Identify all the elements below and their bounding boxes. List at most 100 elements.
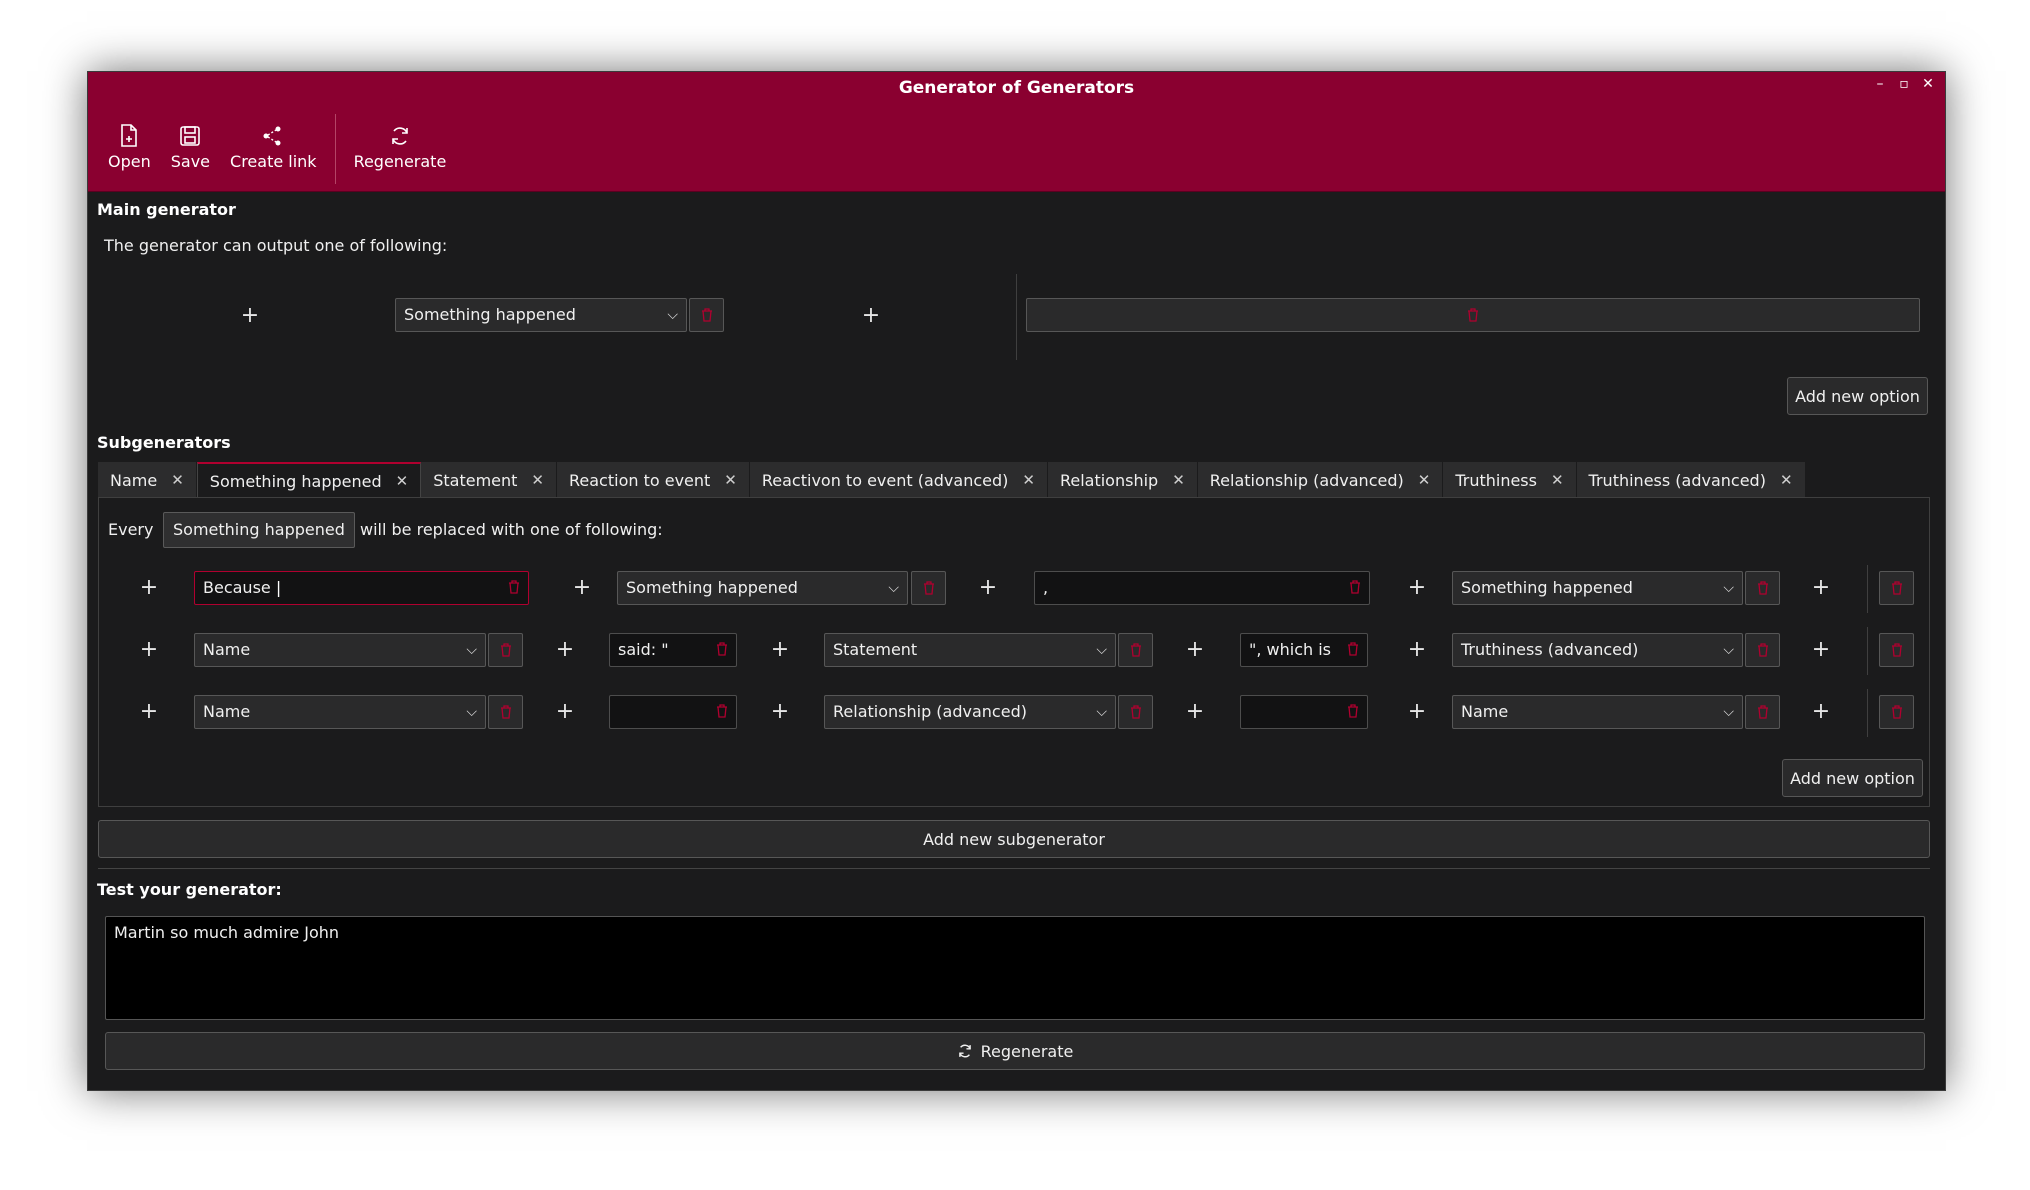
text-part-field[interactable]: , (1034, 571, 1370, 605)
close-tab-icon[interactable]: ✕ (1418, 471, 1431, 489)
tab-relationship-advanced[interactable]: Relationship (advanced) ✕ (1197, 462, 1444, 498)
close-tab-icon[interactable]: ✕ (171, 471, 184, 489)
insert-plus-button[interactable]: + (554, 701, 576, 723)
insert-plus-button[interactable]: + (554, 639, 576, 661)
delete-part-button[interactable] (1745, 571, 1780, 605)
replaced-label: will be replaced with one of following: (360, 520, 663, 539)
insert-plus-button[interactable]: + (138, 639, 160, 661)
add-new-option-button[interactable]: Add new option (1782, 759, 1923, 797)
trash-icon (1757, 581, 1768, 595)
add-new-option-button[interactable]: Add new option (1787, 377, 1928, 415)
subgenerator-combo[interactable]: Statement ⌵ (824, 633, 1116, 667)
text-part-field[interactable]: Because | (194, 571, 529, 605)
subgenerator-combo[interactable]: Name ⌵ (1452, 695, 1743, 729)
generator-output-textarea[interactable]: Martin so much admire John (105, 916, 1925, 1020)
trash-icon (1130, 643, 1141, 657)
tab-name[interactable]: Name ✕ (98, 462, 197, 498)
close-icon[interactable]: ✕ (1921, 76, 1935, 92)
subgenerator-combo[interactable]: Something happened ⌵ (617, 571, 908, 605)
delete-option-button[interactable] (1026, 298, 1920, 332)
insert-plus-button[interactable]: + (769, 639, 791, 661)
open-file-icon (119, 122, 139, 150)
insert-plus-button[interactable]: + (138, 701, 160, 723)
close-tab-icon[interactable]: ✕ (531, 471, 544, 489)
save-button[interactable]: Save (161, 122, 220, 171)
regenerate-button-label: Regenerate (980, 1041, 1074, 1061)
create-link-button[interactable]: Create link (220, 122, 327, 171)
generator-output-text: Martin so much admire John (114, 923, 340, 942)
regenerate-toolbar-button[interactable]: Regenerate (344, 122, 457, 171)
insert-plus-button[interactable]: + (1406, 701, 1428, 723)
open-button[interactable]: Open (98, 122, 161, 171)
main-generator-description: The generator can output one of followin… (104, 236, 448, 255)
tab-label: Truthiness (advanced) (1588, 470, 1766, 490)
insert-plus-button[interactable]: + (1184, 639, 1206, 661)
insert-plus-button[interactable]: + (977, 577, 999, 599)
insert-plus-button[interactable]: + (1406, 639, 1428, 661)
insert-plus-button[interactable]: + (1184, 701, 1206, 723)
delete-option-button[interactable] (1879, 695, 1914, 729)
insert-plus-button[interactable]: + (860, 305, 882, 327)
trash-icon (717, 642, 727, 656)
delete-part-button[interactable] (1118, 695, 1153, 729)
subgenerator-combo[interactable]: Truthiness (advanced) ⌵ (1452, 633, 1743, 667)
minimize-icon[interactable]: – (1873, 76, 1887, 92)
delete-part-button[interactable] (911, 571, 946, 605)
tab-reaction-to-event[interactable]: Reaction to event ✕ (557, 462, 750, 498)
delete-part-button[interactable] (488, 695, 523, 729)
delete-option-button[interactable] (1879, 633, 1914, 667)
trash-icon (1891, 705, 1902, 719)
insert-plus-button[interactable]: + (769, 701, 791, 723)
refresh-icon (389, 122, 411, 150)
delete-part-button[interactable] (1118, 633, 1153, 667)
insert-plus-button[interactable]: + (239, 305, 261, 327)
delete-part-button[interactable] (1745, 633, 1780, 667)
tab-statement[interactable]: Statement ✕ (421, 462, 557, 498)
delete-part-button[interactable] (488, 633, 523, 667)
add-new-subgenerator-button[interactable]: Add new subgenerator (98, 820, 1930, 858)
close-tab-icon[interactable]: ✕ (1780, 471, 1793, 489)
subgenerator-combo[interactable]: Name ⌵ (194, 633, 486, 667)
insert-plus-button[interactable]: + (1810, 577, 1832, 599)
insert-plus-button[interactable]: + (138, 577, 160, 599)
chevron-down-icon: ⌵ (1723, 642, 1734, 658)
trash-icon (1348, 704, 1358, 718)
subgenerator-combo[interactable]: Relationship (advanced) ⌵ (824, 695, 1116, 729)
tab-truthiness-advanced[interactable]: Truthiness (advanced) ✕ (1576, 462, 1806, 498)
delete-part-button[interactable] (689, 298, 724, 332)
delete-part-button[interactable] (1745, 695, 1780, 729)
trash-icon (500, 643, 511, 657)
open-label: Open (108, 152, 151, 171)
insert-plus-button[interactable]: + (571, 577, 593, 599)
close-tab-icon[interactable]: ✕ (724, 471, 737, 489)
insert-plus-button[interactable]: + (1406, 577, 1428, 599)
tab-label: Truthiness (1455, 470, 1537, 490)
text-part-field[interactable]: said: " (609, 633, 737, 667)
tab-truthiness[interactable]: Truthiness ✕ (1443, 462, 1577, 498)
chevron-down-icon: ⌵ (888, 580, 899, 596)
trash-icon (500, 705, 511, 719)
trash-icon (701, 308, 712, 322)
chevron-down-icon: ⌵ (1096, 642, 1107, 658)
tab-reaction-advanced[interactable]: Reactivon to event (advanced) ✕ (749, 462, 1048, 498)
subgenerator-name-chip[interactable]: Something happened (163, 512, 355, 548)
tab-relationship[interactable]: Relationship ✕ (1047, 462, 1198, 498)
insert-plus-button[interactable]: + (1810, 639, 1832, 661)
subgenerators-title: Subgenerators (97, 433, 231, 452)
subgenerator-combo[interactable]: Something happened ⌵ (1452, 571, 1743, 605)
option-separator (1867, 689, 1868, 737)
close-tab-icon[interactable]: ✕ (1551, 471, 1564, 489)
delete-option-button[interactable] (1879, 571, 1914, 605)
text-part-field[interactable]: ", which is (1240, 633, 1368, 667)
close-tab-icon[interactable]: ✕ (1172, 471, 1185, 489)
subgenerator-combo[interactable]: Name ⌵ (194, 695, 486, 729)
close-tab-icon[interactable]: ✕ (396, 472, 409, 490)
text-part-field[interactable] (1240, 695, 1368, 729)
regenerate-button[interactable]: Regenerate (105, 1032, 1925, 1070)
main-option-combo[interactable]: Something happened ⌵ (395, 298, 687, 332)
text-part-field[interactable] (609, 695, 737, 729)
insert-plus-button[interactable]: + (1810, 701, 1832, 723)
maximize-icon[interactable]: ▫ (1897, 76, 1911, 92)
tab-something-happened[interactable]: Something happened ✕ (196, 462, 422, 498)
close-tab-icon[interactable]: ✕ (1022, 471, 1035, 489)
